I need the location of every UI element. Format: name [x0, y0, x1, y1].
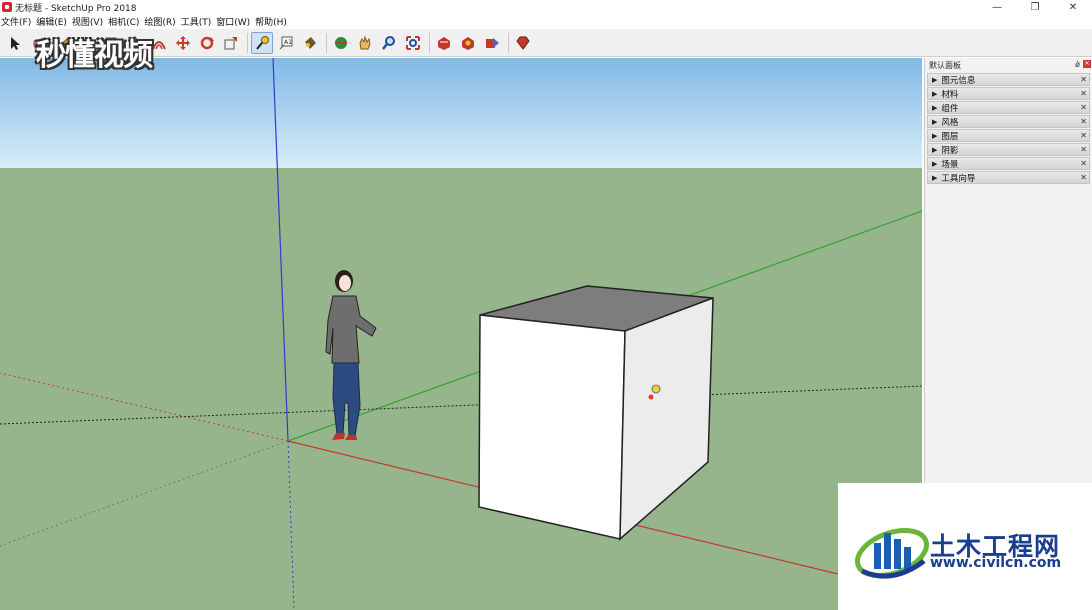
expand-arrow-icon: ▶ [932, 145, 938, 154]
menu-draw[interactable]: 绘图(R) [143, 15, 179, 28]
toolbar-separator [508, 32, 509, 53]
expand-arrow-icon: ▶ [932, 75, 938, 84]
ruby-console-button[interactable] [512, 32, 534, 54]
civilcn-watermark: 土木工程网 www.civilcn.com [838, 483, 1092, 610]
tray-label: 场景 [941, 159, 959, 170]
menu-camera[interactable]: 相机(C) [107, 15, 143, 28]
pan-hand-icon [359, 34, 371, 49]
svg-text:A1: A1 [284, 39, 292, 46]
expand-arrow-icon: ▶ [932, 173, 938, 182]
civilcn-logo-icon [854, 528, 930, 579]
tray-entity-info[interactable]: ▶ 图元信息 ✕ [927, 73, 1090, 86]
tray-label: 阴影 [941, 145, 959, 156]
orbit-tool-button[interactable] [330, 32, 352, 54]
close-button[interactable]: ✕ [1054, 0, 1092, 14]
cursor-arrow-icon [11, 36, 20, 50]
tray-close-icon[interactable]: ✕ [1080, 145, 1087, 154]
tray-close-icon[interactable]: ✕ [1080, 159, 1087, 168]
expand-arrow-icon: ▶ [932, 103, 938, 112]
toolbar-separator [429, 32, 430, 53]
tray-scenes[interactable]: ▶ 场景 ✕ [927, 157, 1090, 170]
3d-warehouse-icon [438, 36, 450, 50]
tray-close-icon[interactable]: ✕ [1080, 173, 1087, 182]
zoom-extents-icon [406, 35, 420, 50]
tray-close-icon[interactable]: ✕ [1080, 117, 1087, 126]
share-model-icon [486, 37, 499, 48]
menu-file[interactable]: 文件(F) [0, 15, 35, 28]
green-axis-negative [0, 440, 289, 547]
tray-close-icon[interactable]: ✕ [1080, 89, 1087, 98]
scale-icon [224, 36, 237, 49]
modeling-viewport[interactable] [0, 58, 922, 610]
text-icon: A1 [279, 36, 293, 49]
text-tool-button[interactable]: A1 [275, 32, 297, 54]
tray-materials[interactable]: ▶ 材料 ✕ [927, 87, 1090, 100]
minimize-button[interactable]: — [978, 0, 1016, 14]
tray-close-icon[interactable]: ✕ [1080, 75, 1087, 84]
window-title: 无标题 - SketchUp Pro 2018 [15, 3, 137, 14]
pin-icon[interactable]: ǿ [1075, 60, 1080, 69]
zoom-extents-tool-button[interactable] [402, 32, 424, 54]
tape-measure-tool-button[interactable] [251, 31, 273, 54]
panel-close-icon[interactable]: ✕ [1083, 60, 1091, 68]
toolbar-separator [247, 32, 248, 53]
menu-edit[interactable]: 编辑(E) [35, 15, 71, 28]
red-axis-negative [0, 372, 289, 442]
tape-measure-cursor-icon [651, 384, 661, 394]
menu-window[interactable]: 窗口(W) [215, 15, 254, 28]
expand-arrow-icon: ▶ [932, 159, 938, 168]
expand-arrow-icon: ▶ [932, 131, 938, 140]
tray-instructor[interactable]: ▶ 工具向导 ✕ [927, 171, 1090, 184]
orbit-icon [335, 36, 347, 49]
paint-bucket-tool-button[interactable] [299, 32, 321, 54]
tray-layers[interactable]: ▶ 图层 ✕ [927, 129, 1090, 142]
restore-button[interactable]: ❐ [1016, 0, 1054, 14]
menu-help[interactable]: 帮助(H) [254, 15, 291, 28]
pan-tool-button[interactable] [354, 32, 376, 54]
extension-warehouse-icon [462, 36, 474, 50]
civilcn-url: www.civilcn.com [930, 555, 1062, 571]
title-bar: 无标题 - SketchUp Pro 2018 — ❐ ✕ [0, 0, 1092, 14]
tray-label: 组件 [941, 103, 959, 114]
toolbar-separator [326, 32, 327, 53]
select-tool-button[interactable] [4, 32, 26, 54]
extension-warehouse-button[interactable] [457, 32, 479, 54]
blue-axis-positive [272, 58, 289, 442]
tray-close-icon[interactable]: ✕ [1080, 131, 1087, 140]
tray-label: 风格 [941, 117, 959, 128]
zoom-tool-button[interactable] [378, 32, 400, 54]
sketchup-app-icon [2, 2, 12, 12]
tray-components[interactable]: ▶ 组件 ✕ [927, 101, 1090, 114]
zoom-icon [382, 35, 395, 50]
miaodong-video-watermark: 秒懂视频 [36, 30, 206, 74]
window-controls: — ❐ ✕ [978, 0, 1092, 14]
3d-warehouse-button[interactable] [433, 32, 455, 54]
panel-header: 默认面板 ǿ ✕ [925, 58, 1092, 72]
expand-arrow-icon: ▶ [932, 89, 938, 98]
inference-endpoint [648, 394, 654, 400]
expand-arrow-icon: ▶ [932, 117, 938, 126]
paint-bucket-icon [305, 36, 316, 49]
menu-view[interactable]: 视图(V) [71, 15, 107, 28]
tray-label: 图元信息 [941, 75, 976, 86]
tray-shadows[interactable]: ▶ 阴影 ✕ [927, 143, 1090, 156]
menu-bar: 文件(F) 编辑(E) 视图(V) 相机(C) 绘图(R) 工具(T) 窗口(W… [0, 14, 1092, 29]
box-front-face[interactable] [478, 314, 626, 540]
scale-tool-button[interactable] [220, 32, 242, 54]
tray-close-icon[interactable]: ✕ [1080, 103, 1087, 112]
box-side-face[interactable] [619, 296, 714, 541]
blue-axis-negative [287, 440, 295, 610]
share-model-button[interactable] [481, 32, 503, 54]
panel-title: 默认面板 [929, 60, 961, 70]
watermark-text: 秒懂视频 [36, 38, 153, 73]
tray-label: 图层 [941, 131, 959, 142]
scene-canvas [0, 58, 922, 610]
tray-styles[interactable]: ▶ 风格 ✕ [927, 115, 1090, 128]
menu-tools[interactable]: 工具(T) [180, 15, 216, 28]
scale-figure-person[interactable] [325, 270, 377, 440]
tray-label: 工具向导 [941, 173, 976, 184]
tray-label: 材料 [941, 89, 959, 100]
tape-measure-icon [256, 35, 269, 50]
ruby-icon [516, 36, 530, 50]
